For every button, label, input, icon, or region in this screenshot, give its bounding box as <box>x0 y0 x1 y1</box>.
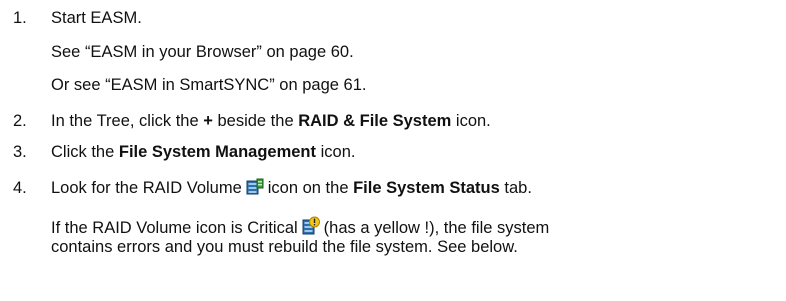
step-text-part: tab. <box>499 179 532 197</box>
step-text-part: icon. <box>451 112 491 130</box>
step-text: In the Tree, click the + beside the RAID… <box>51 111 491 131</box>
note-text-part: If the RAID Volume icon is Critical <box>51 219 298 237</box>
step-bold-part: RAID & File System <box>298 112 452 130</box>
step-bold-part: File System Status <box>353 179 500 197</box>
note-line: contains errors and you must rebuild the… <box>51 238 518 256</box>
step-text: Look for the RAID Volume icon on the File… <box>51 178 532 201</box>
step-text-part: icon. <box>316 143 356 161</box>
step-bold-part: File System Management <box>118 143 317 161</box>
step-subline: Or see “EASM in SmartSYNC” on page 61. <box>51 76 367 94</box>
step-text-part: beside the <box>212 112 299 130</box>
note-text-part: (has a yellow !), the file system <box>323 219 550 237</box>
step-text-part: In the Tree, click the <box>51 112 204 130</box>
step-number: 1. <box>13 9 27 27</box>
step-text: Start EASM. <box>51 9 142 27</box>
step-text-part: Look for the RAID Volume <box>51 179 242 197</box>
step-number: 2. <box>13 112 27 130</box>
step-subline: See “EASM in your Browser” on page 60. <box>51 43 354 61</box>
raid-volume-icon <box>246 178 264 201</box>
step-text: Click the File System Management icon. <box>51 142 355 162</box>
step-text-part: icon on the <box>267 179 354 197</box>
step-bold-part: + <box>203 112 213 130</box>
step-number: 3. <box>13 143 27 161</box>
step-number: 4. <box>13 179 27 197</box>
step-text-part: Click the <box>51 143 119 161</box>
